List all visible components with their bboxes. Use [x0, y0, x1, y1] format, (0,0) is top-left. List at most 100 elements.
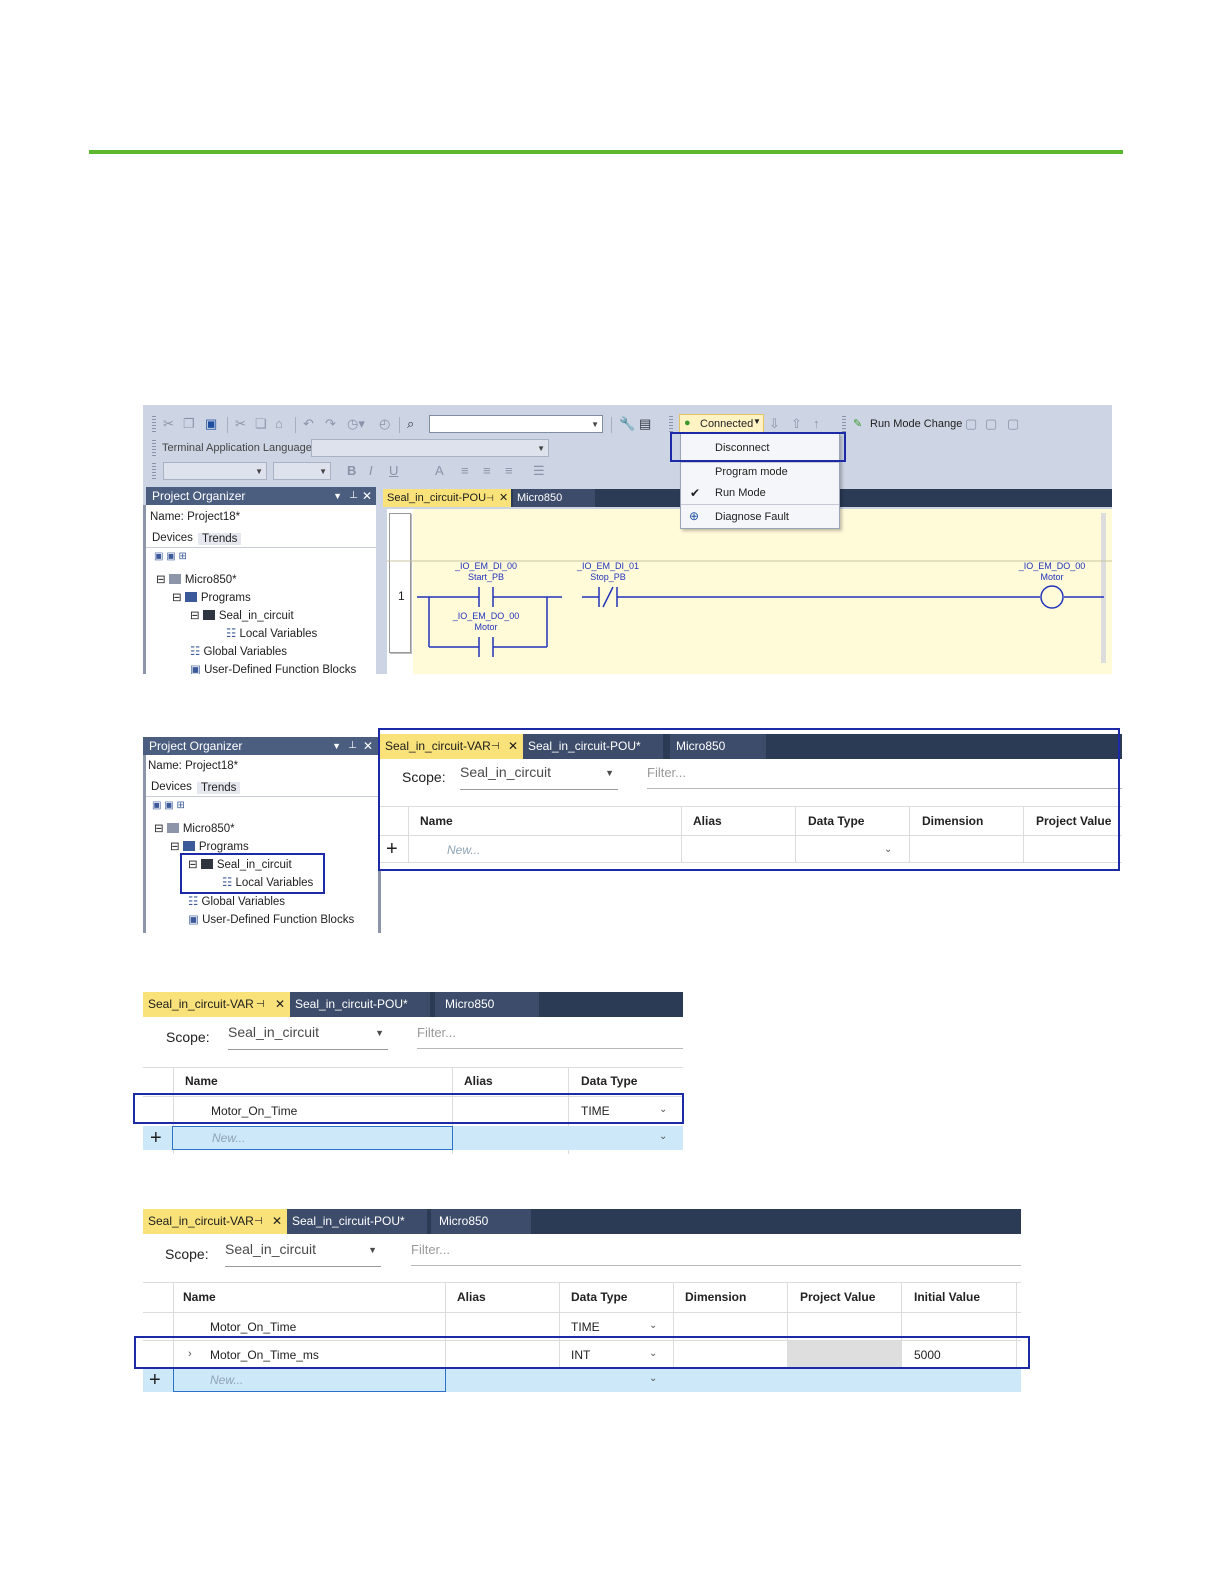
add-row-icon[interactable]: + [149, 1370, 161, 1390]
chevron-down-icon[interactable]: ⌄ [649, 1348, 657, 1359]
scope-select[interactable]: Seal_in_circuit ▼ [228, 1024, 388, 1050]
tab-seal-in-circuit-var[interactable]: Seal_in_circuit-VAR ⊣ ✕ [143, 1209, 287, 1234]
tool-icon[interactable]: ▢ [965, 417, 977, 431]
save-icon[interactable]: ▣ [205, 417, 217, 431]
toolbox-icon[interactable]: ▤ [639, 417, 651, 431]
toolbar-grip[interactable] [669, 416, 673, 432]
add-row-icon[interactable]: + [386, 839, 398, 859]
ladder-editor[interactable]: 1 _IO_EM_DI_00 Start_PB _IO_EM_DI_01 Sto… [387, 509, 1112, 674]
copy-icon[interactable]: ❐ [183, 417, 195, 431]
filter-input[interactable]: Filter... [417, 1025, 683, 1049]
tree-item-local-variables[interactable]: ☷ Local Variables [226, 626, 317, 640]
tree-item-global-variables[interactable]: ☷ Global Variables [190, 644, 287, 658]
tab-seal-in-circuit-pou[interactable]: Seal_in_circuit-POU* [287, 1209, 427, 1234]
tab-devices[interactable]: Devices [152, 532, 193, 544]
tab-seal-in-circuit-pou[interactable]: Seal_in_circuit-POU* [290, 992, 430, 1017]
tool-icon[interactable]: ▢ [1007, 417, 1019, 431]
chevron-down-icon[interactable]: ▼ [753, 417, 761, 426]
run-mode-change-button[interactable]: Run Mode Change [870, 418, 962, 430]
tab-micro850[interactable]: Micro850 [435, 992, 539, 1017]
tab-seal-in-circuit-pou[interactable]: Seal_in_circuit-POU ⊣ ✕ [383, 489, 511, 507]
chevron-down-icon[interactable]: ⌄ [659, 1131, 667, 1142]
align-center-icon[interactable]: ≡ [483, 464, 491, 478]
tree-item-micro850[interactable]: ⊟ Micro850* [154, 821, 235, 835]
data-type-cell[interactable]: TIME [581, 1104, 610, 1118]
lock-icon[interactable]: ⌂ [275, 417, 283, 431]
dropdown-icon[interactable]: ▼ [333, 487, 342, 505]
tab-trends[interactable]: Trends [197, 782, 241, 794]
tree-item-micro850[interactable]: ⊟ Micro850* [156, 572, 237, 586]
redo-icon[interactable]: ↷ [325, 417, 336, 431]
column-name[interactable]: Name [185, 1074, 218, 1088]
tab-seal-in-circuit-var[interactable]: Seal_in_circuit-VAR ⊣ ✕ [143, 992, 290, 1017]
tree-item-seal-in-circuit[interactable]: ⊟ Seal_in_circuit [188, 857, 292, 871]
column-data-type[interactable]: Data Type [571, 1290, 627, 1304]
toolbar-grip[interactable] [152, 463, 156, 479]
filter-input[interactable]: Filter... [411, 1242, 1021, 1266]
toolbar-grip[interactable] [152, 440, 156, 456]
back-icon[interactable]: ◷▾ [347, 417, 365, 431]
tab-seal-in-circuit-pou[interactable]: Seal_in_circuit-POU* [523, 734, 663, 759]
data-type-cell[interactable]: TIME [571, 1320, 600, 1334]
organizer-toolbar-icons[interactable]: ▣ ▣ ⊞ [154, 551, 187, 562]
tab-micro850[interactable]: Micro850 [431, 1209, 531, 1234]
menu-item-diagnose-fault[interactable]: Diagnose Fault [715, 511, 789, 523]
tab-trends[interactable]: Trends [198, 533, 242, 545]
close-icon[interactable]: ✕ [362, 487, 372, 505]
chevron-down-icon[interactable]: ⌄ [649, 1373, 657, 1384]
edit-icon[interactable]: ✎ [853, 417, 862, 431]
tree-item-programs[interactable]: ⊟ Programs [170, 839, 249, 853]
menu-item-disconnect[interactable]: Disconnect [715, 442, 769, 454]
column-dimension[interactable]: Dimension [922, 814, 983, 828]
new-variable-cell[interactable]: New... [212, 1131, 245, 1145]
chevron-down-icon[interactable]: ⌄ [884, 844, 892, 855]
column-data-type[interactable]: Data Type [581, 1074, 637, 1088]
chevron-down-icon[interactable]: ⌄ [649, 1320, 657, 1331]
variable-name-cell[interactable]: Motor_On_Time [210, 1320, 296, 1334]
toolbar-grip[interactable] [152, 416, 156, 432]
bold-icon[interactable]: B [347, 464, 356, 478]
tree-item-user-defined-fb[interactable]: ▣ User-Defined Function Blocks [188, 912, 354, 926]
font-combo[interactable]: ▼ [163, 462, 267, 480]
connected-dropdown-button[interactable]: ● Connected ▼ [679, 414, 764, 433]
tab-micro850[interactable]: Micro850 [513, 489, 595, 507]
tree-item-user-defined-fb[interactable]: ▣ User-Defined Function Blocks [190, 662, 356, 674]
underline-icon[interactable]: U [389, 464, 398, 478]
column-project-value[interactable]: Project Value [800, 1290, 875, 1304]
column-data-type[interactable]: Data Type [808, 814, 864, 828]
pin-icon[interactable]: ⊥ [348, 737, 357, 755]
upload-icon-2[interactable]: ↑ [813, 417, 820, 431]
tree-item-programs[interactable]: ⊟ Programs [172, 590, 251, 604]
add-row-icon[interactable]: + [150, 1128, 162, 1148]
tab-devices[interactable]: Devices [151, 781, 192, 793]
tab-seal-in-circuit-var[interactable]: Seal_in_circuit-VAR ⊣ ✕ [380, 734, 523, 759]
column-project-value[interactable]: Project Value [1036, 814, 1111, 828]
undo-icon[interactable]: ↶ [303, 417, 314, 431]
paste-icon[interactable]: ❏ [255, 417, 267, 431]
toolbar-grip[interactable] [842, 416, 846, 432]
column-name[interactable]: Name [183, 1290, 216, 1304]
chevron-down-icon[interactable]: ⌄ [659, 1104, 667, 1115]
close-icon[interactable]: ✕ [363, 737, 373, 755]
filter-input[interactable]: Filter... [647, 765, 1122, 789]
tree-item-global-variables[interactable]: ☷ Global Variables [188, 894, 285, 908]
variable-name-cell[interactable]: Motor_On_Time [211, 1104, 297, 1118]
search-combo[interactable]: ▼ [429, 415, 603, 433]
tree-item-seal-in-circuit[interactable]: ⊟ Seal_in_circuit [190, 608, 294, 622]
new-variable-cell[interactable]: New... [447, 843, 480, 857]
forward-icon[interactable]: ◴ [379, 417, 390, 431]
align-right-icon[interactable]: ≡ [505, 464, 513, 478]
menu-item-program-mode[interactable]: Program mode [715, 466, 788, 478]
download-icon[interactable]: ⇩ [769, 417, 780, 431]
pin-icon[interactable]: ⊥ [349, 487, 358, 505]
column-initial-value[interactable]: Initial Value [914, 1290, 980, 1304]
column-name[interactable]: Name [420, 814, 453, 828]
terminal-language-combo[interactable]: ▼ [311, 439, 549, 457]
scope-select[interactable]: Seal_in_circuit ▼ [225, 1241, 381, 1267]
tree-item-local-variables[interactable]: ☷ Local Variables [222, 875, 313, 889]
column-alias[interactable]: Alias [464, 1074, 493, 1088]
initial-value-cell[interactable]: 5000 [914, 1348, 941, 1362]
scope-select[interactable]: Seal_in_circuit ▼ [460, 764, 618, 790]
variable-name-cell[interactable]: Motor_On_Time_ms [210, 1348, 319, 1362]
wrench-icon[interactable]: 🔧 [619, 417, 635, 431]
